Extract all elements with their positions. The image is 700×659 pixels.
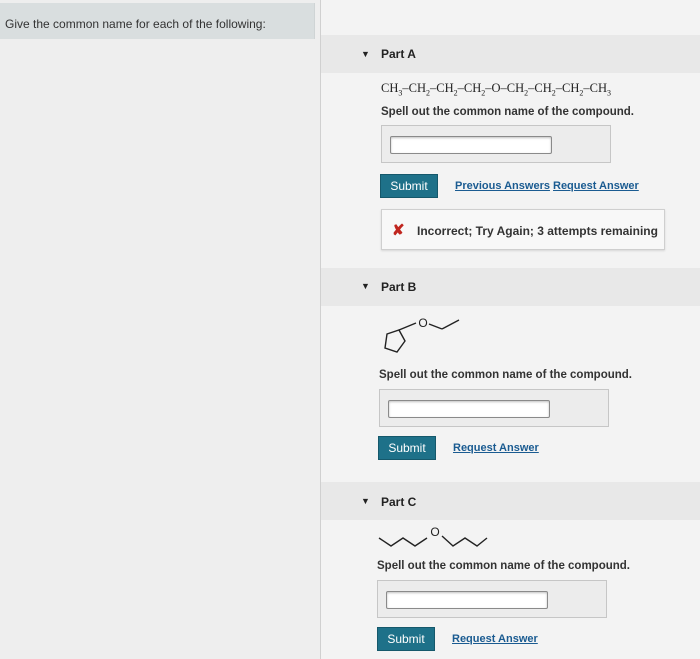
part-a-submit-button[interactable]: Submit [380,174,438,198]
part-c-header[interactable]: ▼ Part C [321,482,700,520]
part-c-instruction: Spell out the common name of the compoun… [377,560,631,572]
caret-down-icon[interactable]: ▼ [361,281,370,291]
part-a-formula: CH3–CH2–CH2–CH2–O–CH2–CH2–CH2–CH3 [381,81,611,98]
part-a-instruction: Spell out the common name of the compoun… [381,106,635,118]
previous-answers-link[interactable]: Previous Answers [455,180,550,192]
part-a-answer-input[interactable] [390,136,552,154]
part-c-request-answer-link[interactable]: Request Answer [452,633,538,645]
part-c-answer-box [377,580,607,618]
chain-bonds [441,535,488,547]
chain-bonds [378,537,428,547]
caret-down-icon[interactable]: ▼ [361,49,370,59]
intro-text: Give the common name for each of the fol… [5,17,266,31]
part-a-request-answer-link[interactable]: Request Answer [553,180,639,192]
formula-segment: –CH [555,81,580,95]
oxygen-label: O [418,316,427,330]
part-b-answer-input[interactable] [388,400,550,418]
bond [398,322,417,331]
caret-down-icon[interactable]: ▼ [361,496,370,506]
part-b-header[interactable]: ▼ Part B [321,268,700,306]
part-b-request-answer-link[interactable]: Request Answer [453,442,539,454]
part-b-answer-box [379,389,609,427]
formula-subscript: 3 [607,88,612,98]
cyclopentane-ring [384,329,406,353]
intro-box: Give the common name for each of the fol… [0,3,315,39]
part-c-submit-button[interactable]: Submit [377,627,435,651]
part-a-title: Part A [381,47,416,61]
feedback-text: Incorrect; Try Again; 3 attempts remaini… [417,224,658,238]
left-panel: Give the common name for each of the fol… [0,0,320,659]
formula-segment: –O–CH [485,81,525,95]
formula-segment: CH [381,81,399,95]
part-c-title: Part C [381,495,417,509]
feedback-box: ✘ Incorrect; Try Again; 3 attempts remai… [381,209,665,250]
part-b-submit-button[interactable]: Submit [378,436,436,460]
bond [441,319,460,330]
right-panel: ▼ Part A CH3–CH2–CH2–CH2–O–CH2–CH2–CH2–C… [321,0,700,659]
formula-segment: –CH [457,81,482,95]
formula-segment: –CH [583,81,608,95]
part-a-answer-box [381,125,611,163]
formula-segment: –CH [528,81,552,95]
x-icon: ✘ [392,222,405,239]
oxygen-label: O [430,525,439,539]
formula-segment: –CH [430,81,454,95]
part-b-structure: O [384,316,460,353]
part-b-instruction: Spell out the common name of the compoun… [379,369,633,381]
part-b-title: Part B [381,280,417,294]
part-c-structure: O [378,525,488,547]
bond [428,323,443,330]
part-c-answer-input[interactable] [386,591,548,609]
formula-segment: –CH [402,81,426,95]
part-a-header[interactable]: ▼ Part A [321,35,700,73]
